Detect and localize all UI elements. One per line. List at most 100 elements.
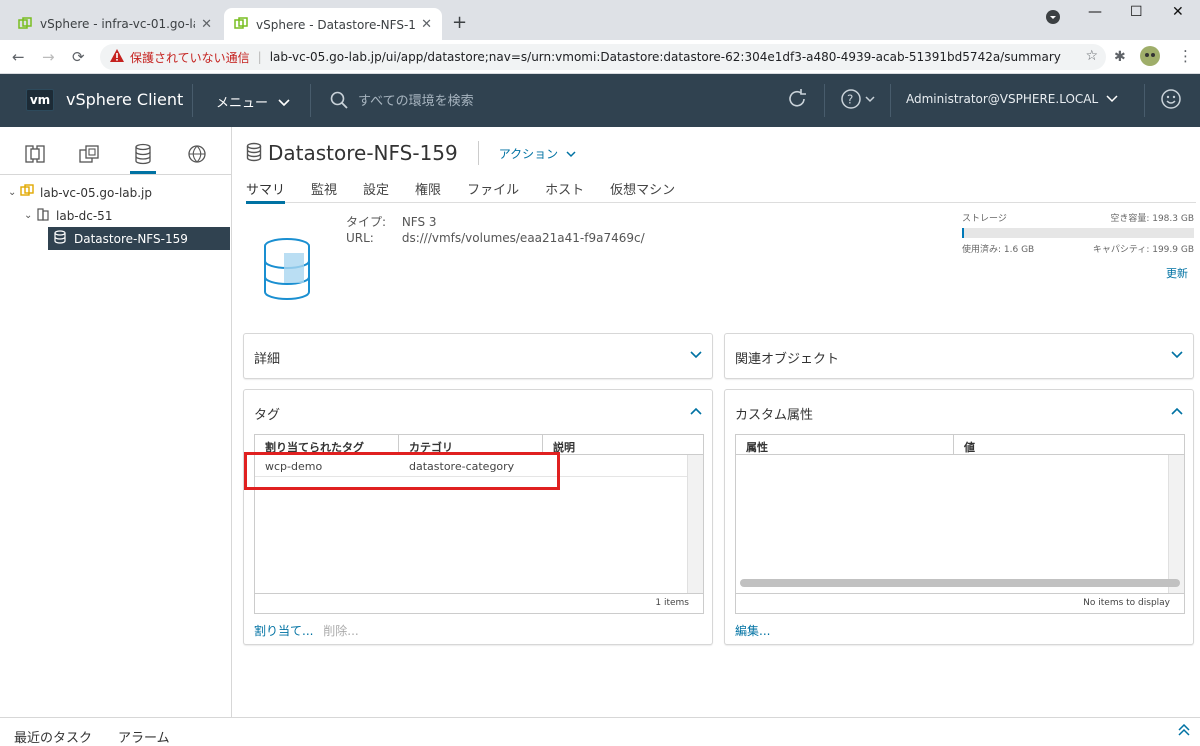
details-card[interactable]: 詳細 <box>243 333 713 379</box>
forward-button[interactable]: → <box>42 48 55 66</box>
profile-avatar[interactable] <box>1140 46 1160 70</box>
type-value: NFS 3 <box>401 215 437 229</box>
custom-attributes-grid: 属性 値 No items to display <box>735 434 1185 614</box>
alarms-tab[interactable]: アラーム <box>118 727 170 746</box>
window-close-button[interactable]: ✕ <box>1172 4 1184 20</box>
maximize-button[interactable]: ☐ <box>1130 4 1143 20</box>
tab-permissions[interactable]: 権限 <box>415 179 441 203</box>
chevron-up-icon[interactable] <box>690 404 702 418</box>
column-header[interactable]: 説明 <box>543 435 687 455</box>
tab-vms[interactable]: 仮想マシン <box>610 179 675 203</box>
datacenter-icon <box>36 207 52 224</box>
browser-menu-icon[interactable]: ⋮ <box>1178 47 1193 65</box>
column-header[interactable]: カテゴリ <box>399 435 543 455</box>
remove-tag-link[interactable]: 削除... <box>323 624 358 638</box>
column-header[interactable]: 値 <box>954 435 1184 455</box>
help-icon[interactable]: ? <box>840 88 880 115</box>
grid-footer: 1 items <box>255 593 703 613</box>
extensions-icon[interactable]: ✱ <box>1114 49 1126 65</box>
datastore-large-icon <box>262 237 312 304</box>
type-row: タイプ: NFS 3 <box>346 213 437 230</box>
custom-attributes-card: カスタム属性 属性 値 No items to display 編集... <box>724 389 1194 645</box>
browser-tab-title: vSphere - Datastore-NFS-159 - サ <box>256 17 416 32</box>
horizontal-scrollbar[interactable] <box>740 579 1180 587</box>
storage-free: 空き容量: 198.3 GB <box>1110 214 1194 224</box>
reload-button[interactable]: ⟳ <box>72 48 85 66</box>
header-divider <box>1144 84 1145 117</box>
column-header[interactable]: 属性 <box>736 435 954 455</box>
networking-view-icon[interactable] <box>170 134 224 174</box>
close-tab-icon[interactable]: ✕ <box>421 17 432 32</box>
header-divider <box>824 84 825 117</box>
profile-dropdown-icon[interactable] <box>1046 10 1060 28</box>
tree-item-datacenter[interactable]: ⌄ lab-dc-51 <box>0 204 231 227</box>
browser-tab-datastore[interactable]: vSphere - Datastore-NFS-159 - サ ✕ <box>224 8 442 40</box>
minimize-button[interactable]: — <box>1088 4 1102 20</box>
url-row: URL: ds:///vmfs/volumes/eaa21a41-f9a7469… <box>346 231 645 245</box>
tab-hosts[interactable]: ホスト <box>545 179 584 203</box>
user-name: Administrator@VSPHERE.LOCAL <box>906 92 1099 106</box>
tab-monitor[interactable]: 監視 <box>311 179 337 203</box>
vsphere-favicon-icon <box>234 17 248 29</box>
grid-footer: No items to display <box>736 593 1184 613</box>
datastore-icon <box>246 142 262 165</box>
card-title: 詳細 <box>254 352 281 367</box>
column-header[interactable]: 割り当てられたタグ <box>255 435 399 455</box>
custom-attr-actions: 編集... <box>735 622 770 639</box>
tab-summary[interactable]: サマリ <box>246 179 286 204</box>
page-title: Datastore-NFS-159 <box>268 141 458 165</box>
user-menu[interactable]: Administrator@VSPHERE.LOCAL <box>906 92 1118 106</box>
refresh-icon[interactable] <box>786 88 808 115</box>
global-search-input[interactable]: すべての環境を検索 <box>330 90 474 109</box>
vsphere-header: vm vSphere Client メニュー すべての環境を検索 ? Admin… <box>0 74 1200 127</box>
browser-tab-title: vSphere - infra-vc-01.go-lab.jp - <box>40 17 195 31</box>
feedback-smiley-icon[interactable] <box>1160 88 1182 115</box>
related-objects-card[interactable]: 関連オブジェクト <box>724 333 1194 379</box>
vertical-scrollbar[interactable] <box>1168 455 1184 593</box>
inventory-tree: ⌄ lab-vc-05.go-lab.jp ⌄ lab-dc-51 Datast… <box>0 175 231 250</box>
assign-tag-link[interactable]: 割り当て... <box>254 624 313 638</box>
back-button[interactable]: ← <box>12 48 25 66</box>
chevron-up-icon[interactable] <box>1171 404 1183 418</box>
tree-item-datastore[interactable]: Datastore-NFS-159 <box>48 227 230 250</box>
vcenter-icon <box>20 184 36 201</box>
close-tab-icon[interactable]: ✕ <box>201 17 212 32</box>
grid-header: 属性 値 <box>736 435 1184 455</box>
tree-item-vcenter[interactable]: ⌄ lab-vc-05.go-lab.jp <box>0 181 231 204</box>
tab-configure[interactable]: 設定 <box>363 179 389 203</box>
chevron-down-icon[interactable]: ⌄ <box>24 210 36 221</box>
storage-meter: ストレージ 空き容量: 198.3 GB 使用済み: 1.6 GB キャパシティ… <box>962 211 1194 255</box>
chevron-down-icon[interactable] <box>1171 348 1183 362</box>
bottom-panel-bar: 最近のタスク アラーム <box>0 717 1200 746</box>
summary-panel: タイプ: NFS 3 URL: ds:///vmfs/volumes/eaa21… <box>246 211 1196 321</box>
header-divider <box>192 84 193 117</box>
storage-view-icon[interactable] <box>116 134 170 174</box>
tab-files[interactable]: ファイル <box>467 179 519 203</box>
bookmark-star-icon[interactable]: ☆ <box>1085 48 1098 64</box>
actions-menu-button[interactable]: アクション <box>499 145 576 162</box>
tags-card: タグ 割り当てられたタグ カテゴリ 説明 wcp-demo datastore-… <box>243 389 713 645</box>
vertical-scrollbar[interactable] <box>687 455 703 593</box>
storage-used: 使用済み: 1.6 GB <box>962 245 1035 255</box>
chevron-down-icon[interactable]: ⌄ <box>8 187 20 198</box>
recent-tasks-tab[interactable]: 最近のタスク <box>14 727 92 746</box>
url-field[interactable]: 保護されていない通信 | lab-vc-05.go-lab.jp/ui/app/… <box>100 44 1106 70</box>
edit-link[interactable]: 編集... <box>735 624 770 638</box>
chevron-down-icon <box>1106 95 1118 103</box>
search-placeholder: すべての環境を検索 <box>358 94 474 109</box>
object-tabs: サマリ 監視 設定 権限 ファイル ホスト 仮想マシン <box>246 179 1196 204</box>
new-tab-button[interactable]: + <box>452 12 467 33</box>
vms-templates-view-icon[interactable] <box>62 134 116 174</box>
tree-item-label: lab-dc-51 <box>56 208 113 223</box>
card-title: タグ <box>254 408 281 423</box>
expand-panel-icon[interactable] <box>1178 723 1190 739</box>
svg-text:?: ? <box>847 93 853 107</box>
table-row[interactable]: wcp-demo datastore-category <box>255 455 687 477</box>
tree-item-label: lab-vc-05.go-lab.jp <box>40 185 153 200</box>
grid-header: 割り当てられたタグ カテゴリ 説明 <box>255 435 703 455</box>
chevron-down-icon[interactable] <box>690 348 702 362</box>
browser-tab-infra[interactable]: vSphere - infra-vc-01.go-lab.jp - ✕ <box>8 8 222 40</box>
menu-button[interactable]: メニュー <box>216 92 290 111</box>
refresh-link[interactable]: 更新 <box>1166 265 1188 281</box>
hosts-clusters-view-icon[interactable] <box>8 134 62 174</box>
